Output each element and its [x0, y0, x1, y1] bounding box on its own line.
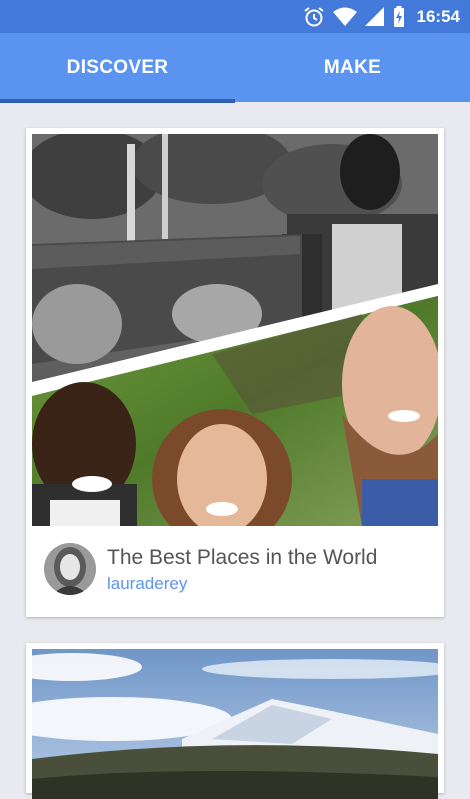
- story-title[interactable]: The Best Places in the World: [107, 546, 377, 570]
- story-cover-photo: [32, 649, 438, 799]
- battery-charging-icon: [393, 5, 405, 28]
- story-author-link[interactable]: lauraderey: [107, 574, 187, 594]
- alarm-icon: [303, 6, 325, 28]
- status-time: 16:54: [416, 6, 460, 26]
- app-bar: DISCOVER MAKE: [0, 33, 470, 102]
- story-card[interactable]: The Best Places in the World lauraderey: [26, 128, 444, 617]
- wifi-icon: [332, 7, 357, 27]
- avatar[interactable]: [44, 543, 96, 595]
- tab-discover[interactable]: DISCOVER: [0, 33, 235, 102]
- tab-make[interactable]: MAKE: [235, 33, 470, 102]
- status-bar: 16:54: [0, 0, 470, 33]
- signal-icon: [364, 6, 385, 27]
- story-cover-photo: [32, 134, 438, 526]
- story-card-info: The Best Places in the World lauraderey: [26, 526, 444, 617]
- tab-indicator: [0, 99, 235, 103]
- status-icons: 16:54: [303, 0, 460, 33]
